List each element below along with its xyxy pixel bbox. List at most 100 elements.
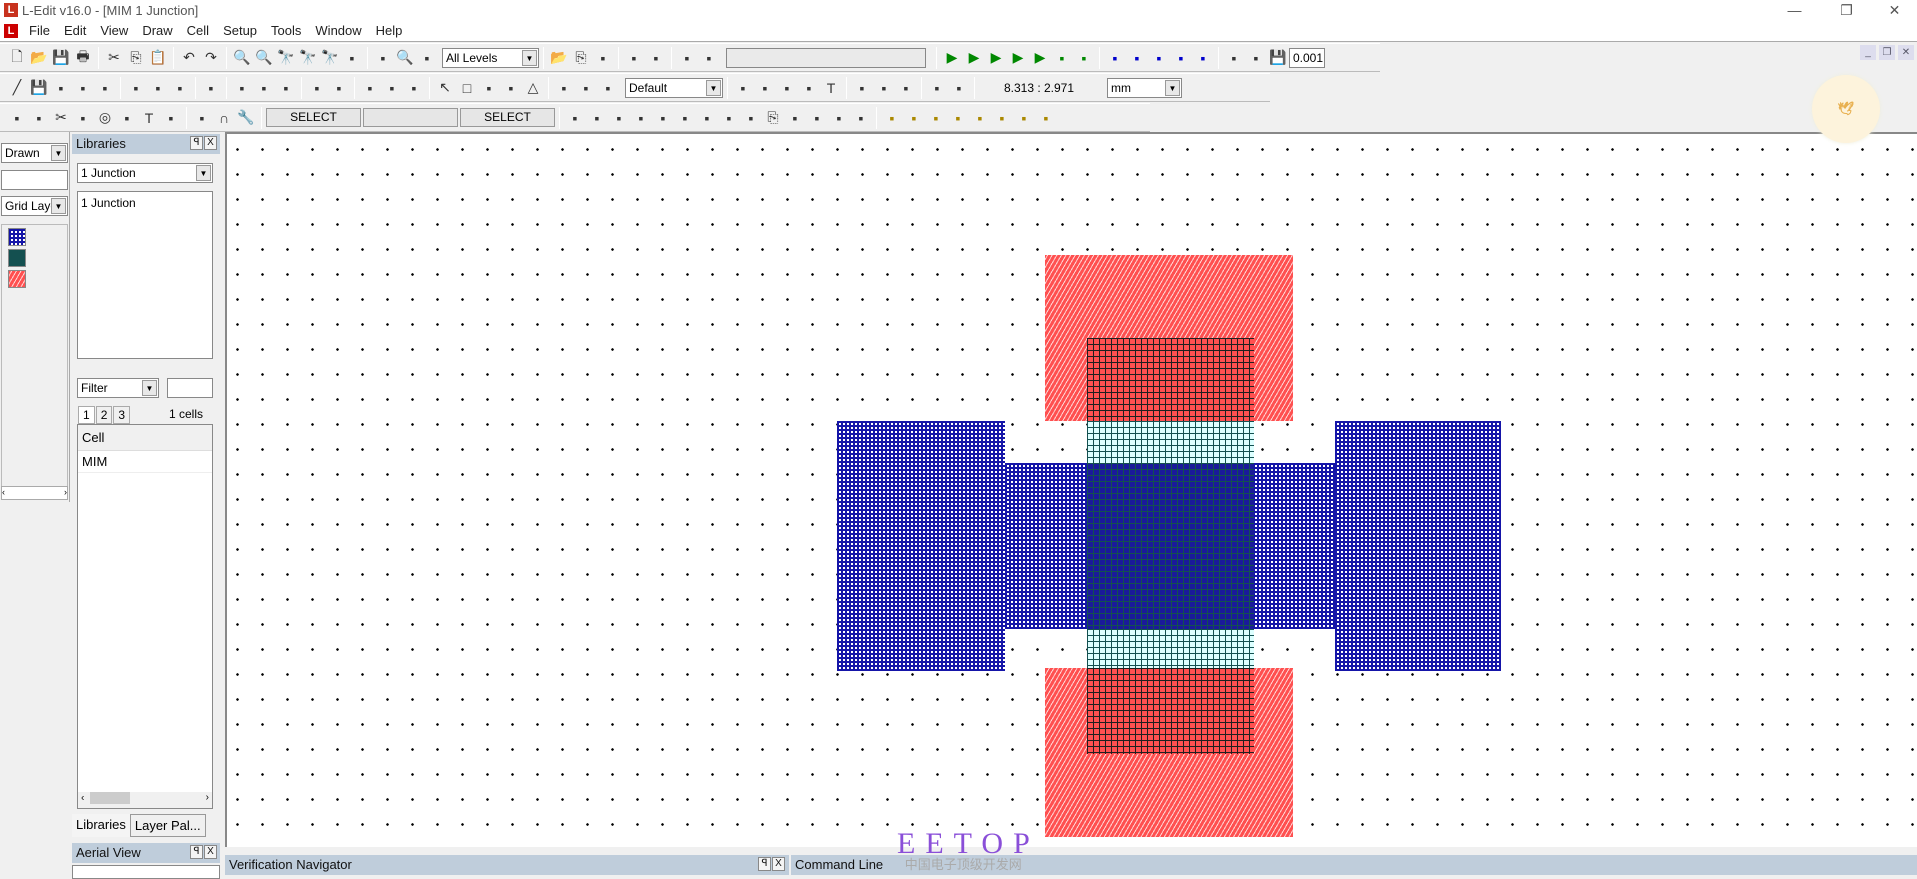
box-icon[interactable]: □ [456, 77, 478, 99]
rotate-left-icon[interactable]: ▪ [652, 107, 674, 129]
triangle-icon[interactable]: △ [522, 77, 544, 99]
units-select[interactable]: mm ▼ [1107, 77, 1182, 98]
highlight-icon[interactable]: ▪ [341, 47, 363, 69]
mode-input[interactable] [1, 170, 68, 190]
port-box-icon[interactable]: ▪ [732, 77, 754, 99]
ruler-orth-icon[interactable]: ▪ [851, 77, 873, 99]
wire-any-icon[interactable]: ▪ [597, 77, 619, 99]
line-icon[interactable]: ╱ [6, 77, 28, 99]
blue-pad-left[interactable] [837, 421, 1005, 671]
overlap-region-top[interactable] [1087, 338, 1254, 421]
zoom-fit-icon[interactable]: 🔍 [253, 47, 275, 69]
grid-3-icon[interactable]: ▪ [1148, 47, 1170, 69]
teal-grid-layer-icon[interactable] [8, 249, 26, 267]
tab-1[interactable]: 1 [78, 406, 95, 424]
menu-tools[interactable]: Tools [264, 23, 308, 38]
edit-vertices-icon[interactable]: ▪ [6, 107, 28, 129]
cell-row[interactable]: MIM [78, 451, 212, 473]
flip-v-icon[interactable]: ▪ [608, 107, 630, 129]
grid-2-icon[interactable]: ▪ [1126, 47, 1148, 69]
tab-3[interactable]: 3 [113, 406, 131, 424]
wire-45-icon[interactable]: ▪ [575, 77, 597, 99]
copy-cell-icon[interactable]: ⎘ [570, 47, 592, 69]
fill-icon[interactable]: ▪ [403, 77, 425, 99]
find-icon[interactable]: 🔭 [275, 47, 297, 69]
filter-select[interactable]: Filter ▼ [77, 378, 159, 398]
capacitor-core[interactable] [1087, 463, 1254, 629]
library-icon[interactable]: ▪ [645, 47, 667, 69]
port-add-icon[interactable]: ▪ [160, 107, 182, 129]
blue-pad-right[interactable] [1335, 421, 1501, 671]
menu-file[interactable]: File [22, 23, 57, 38]
wire-orth-icon[interactable]: ▪ [553, 77, 575, 99]
bound-icon[interactable]: ▪ [784, 107, 806, 129]
open-cell-icon[interactable]: 📂 [548, 47, 570, 69]
menu-window[interactable]: Window [308, 23, 368, 38]
net-highlight-icon[interactable]: ▪ [881, 107, 903, 129]
zoom-icon[interactable]: 🔍 [394, 47, 416, 69]
snap-select-icon[interactable]: ▪ [698, 47, 720, 69]
new-icon[interactable]: 🗋 [6, 47, 28, 69]
distribute-v-icon[interactable]: ▪ [328, 77, 350, 99]
copy-stack-icon[interactable]: ⎘ [762, 107, 784, 129]
port-poly-icon[interactable]: ▪ [754, 77, 776, 99]
text-edit-icon[interactable]: T [138, 107, 160, 129]
select-arrow-icon[interactable]: ↖ [434, 77, 456, 99]
distribute-h-icon[interactable]: ▪ [306, 77, 328, 99]
net-pen-icon[interactable]: ▪ [991, 107, 1013, 129]
drc-check-icon[interactable]: ▶ [985, 47, 1007, 69]
pop-icon[interactable]: ▪ [1245, 47, 1267, 69]
save-all-icon[interactable]: 💾 [50, 47, 72, 69]
align-left-icon[interactable]: ▪ [125, 77, 147, 99]
mode-select[interactable]: Drawn ▼ [1, 143, 68, 163]
hierarchy-icon[interactable]: ▪ [372, 47, 394, 69]
pin-icon[interactable]: ꟼ [190, 136, 203, 150]
unflatten-icon[interactable]: ▪ [94, 77, 116, 99]
lvs-icon[interactable]: ▪ [1051, 47, 1073, 69]
port-45-icon[interactable]: ▪ [776, 77, 798, 99]
align-right-icon[interactable]: ▪ [169, 77, 191, 99]
menu-help[interactable]: Help [369, 23, 410, 38]
align-top-icon[interactable]: ▪ [231, 77, 253, 99]
zoom-box-icon[interactable]: 🔍 [231, 47, 253, 69]
ungroup-icon[interactable]: ▪ [718, 107, 740, 129]
lvs-setup-icon[interactable]: ▪ [1073, 47, 1095, 69]
port-any-icon[interactable]: ▪ [798, 77, 820, 99]
mdi-minimize-button[interactable]: _ [1860, 45, 1876, 60]
mbb-icon[interactable]: ▪ [191, 107, 213, 129]
circle-icon[interactable]: ◎ [94, 107, 116, 129]
undo-icon[interactable]: ↶ [178, 47, 200, 69]
align-bottom-icon[interactable]: ▪ [275, 77, 297, 99]
open-icon[interactable]: 📂 [28, 47, 50, 69]
refresh-icon[interactable]: ▪ [592, 47, 614, 69]
save-icon[interactable]: 💾 [28, 77, 50, 99]
net-hier-icon[interactable]: ▪ [1013, 107, 1035, 129]
magnet-icon[interactable]: ∩ [213, 107, 235, 129]
layer-select-icon[interactable]: ▪ [926, 77, 948, 99]
arc-icon[interactable]: ▪ [116, 107, 138, 129]
snap-point-icon[interactable]: ▪ [676, 47, 698, 69]
tab-2[interactable]: 2 [95, 406, 113, 424]
paste-icon[interactable]: 📋 [147, 47, 169, 69]
net-bulb-icon[interactable]: ▪ [969, 107, 991, 129]
print-icon[interactable]: 🖶 [72, 47, 94, 69]
cut-edge-icon[interactable]: ✂ [50, 107, 72, 129]
grow-icon[interactable]: ▪ [850, 107, 872, 129]
save-view-icon[interactable]: 💾 [1267, 47, 1289, 69]
tab-libraries[interactable]: Libraries [72, 814, 130, 837]
ext-setup-icon[interactable]: ▶ [1029, 47, 1051, 69]
array-icon[interactable]: ▪ [806, 107, 828, 129]
align-hcenter-icon[interactable]: ▪ [253, 77, 275, 99]
net-tool-icon[interactable]: ▪ [1035, 107, 1057, 129]
grid-layer-select[interactable]: Grid Laye ▼ [1, 196, 68, 216]
polygon-45-icon[interactable]: ▪ [500, 77, 522, 99]
close-button[interactable]: ✕ [1872, 0, 1917, 20]
menu-edit[interactable]: Edit [57, 23, 93, 38]
minimize-button[interactable]: — [1772, 0, 1817, 20]
restore-button[interactable]: ❐ [1824, 0, 1869, 20]
flatten-icon[interactable]: ▪ [72, 77, 94, 99]
boolean-icon[interactable]: ▪ [740, 107, 762, 129]
redo-icon[interactable]: ↷ [200, 47, 222, 69]
select-left-button[interactable]: SELECT [266, 108, 361, 127]
tab-layer-palette[interactable]: Layer Pal... [129, 814, 206, 837]
